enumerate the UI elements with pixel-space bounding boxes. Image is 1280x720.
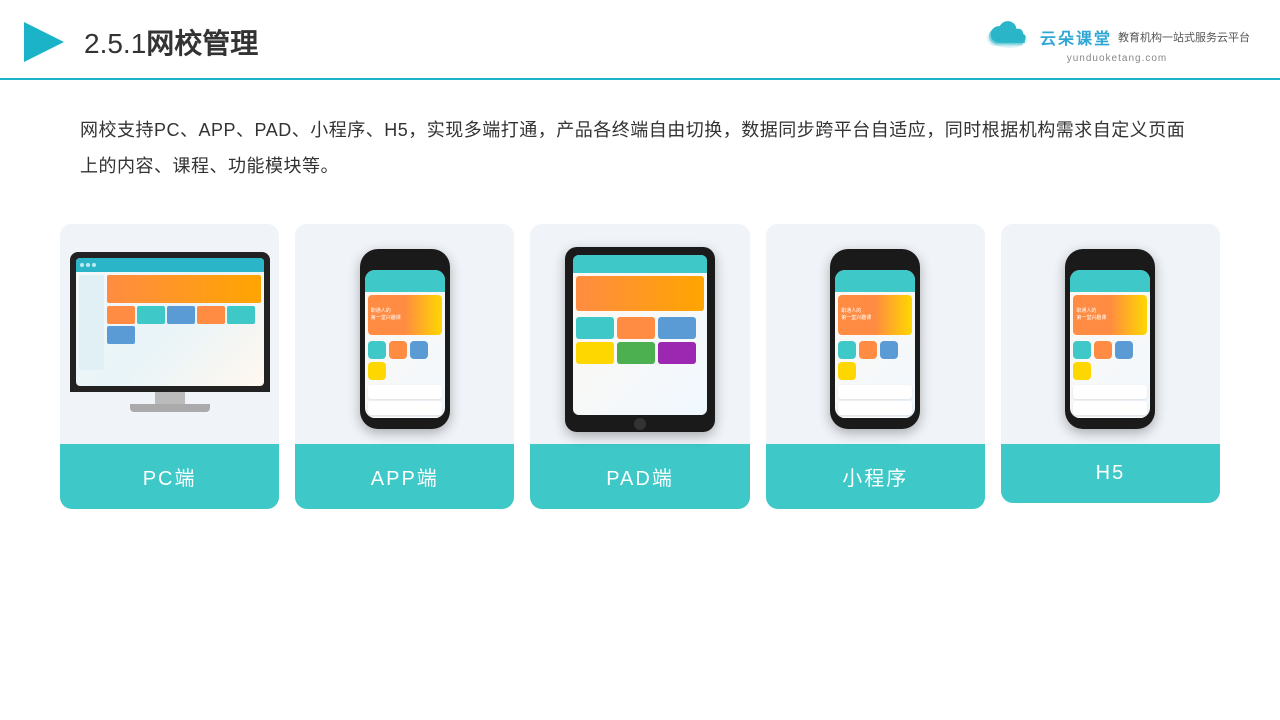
logo-cloud: 云朵课堂 教育机构一站式服务云平台 [984, 21, 1250, 53]
card-h5-label: H5 [1001, 444, 1220, 503]
card-pc-image [60, 224, 279, 444]
h5-phone-mockup: 职通人的第一堂兴趣课 [1065, 249, 1155, 429]
card-h5: 职通人的第一堂兴趣课 H5 [1001, 224, 1220, 503]
card-miniprogram-image: 职通人的第一堂兴趣课 [766, 224, 985, 444]
logo-area: 云朵课堂 教育机构一站式服务云平台 yunduoketang.com [984, 21, 1250, 64]
header-left: 2.5.1网校管理 [20, 18, 258, 66]
page-title: 2.5.1网校管理 [84, 22, 258, 62]
logo-tagline: 教育机构一站式服务云平台 [1118, 29, 1250, 45]
play-icon [20, 18, 68, 66]
card-miniprogram-label: 小程序 [766, 444, 985, 509]
card-pc-label: PC端 [60, 444, 279, 509]
page-header: 2.5.1网校管理 云朵课堂 教育机构一站式服务云平台 yunduoketang… [0, 0, 1280, 80]
card-app: 职通人的第一堂兴趣课 APP端 [295, 224, 514, 509]
logo-text-cn: 云朵课堂 [1040, 25, 1112, 49]
pc-mockup [70, 252, 270, 427]
description-text: 网校支持PC、APP、PAD、小程序、H5，实现多端打通，产品各终端自由切换，数… [0, 80, 1280, 194]
card-pad: PAD端 [530, 224, 749, 509]
app-phone-mockup: 职通人的第一堂兴趣课 [360, 249, 450, 429]
cloud-icon [984, 21, 1034, 53]
card-app-image: 职通人的第一堂兴趣课 [295, 224, 514, 444]
card-h5-image: 职通人的第一堂兴趣课 [1001, 224, 1220, 444]
pad-tablet-mockup [565, 247, 715, 432]
cards-container: PC端 职通人的第一堂兴趣课 [0, 194, 1280, 529]
card-pad-image [530, 224, 749, 444]
card-app-label: APP端 [295, 444, 514, 509]
miniprogram-phone-mockup: 职通人的第一堂兴趣课 [830, 249, 920, 429]
card-pc: PC端 [60, 224, 279, 509]
logo-text-en: yunduoketang.com [1067, 53, 1168, 64]
card-miniprogram: 职通人的第一堂兴趣课 小程序 [766, 224, 985, 509]
card-pad-label: PAD端 [530, 444, 749, 509]
